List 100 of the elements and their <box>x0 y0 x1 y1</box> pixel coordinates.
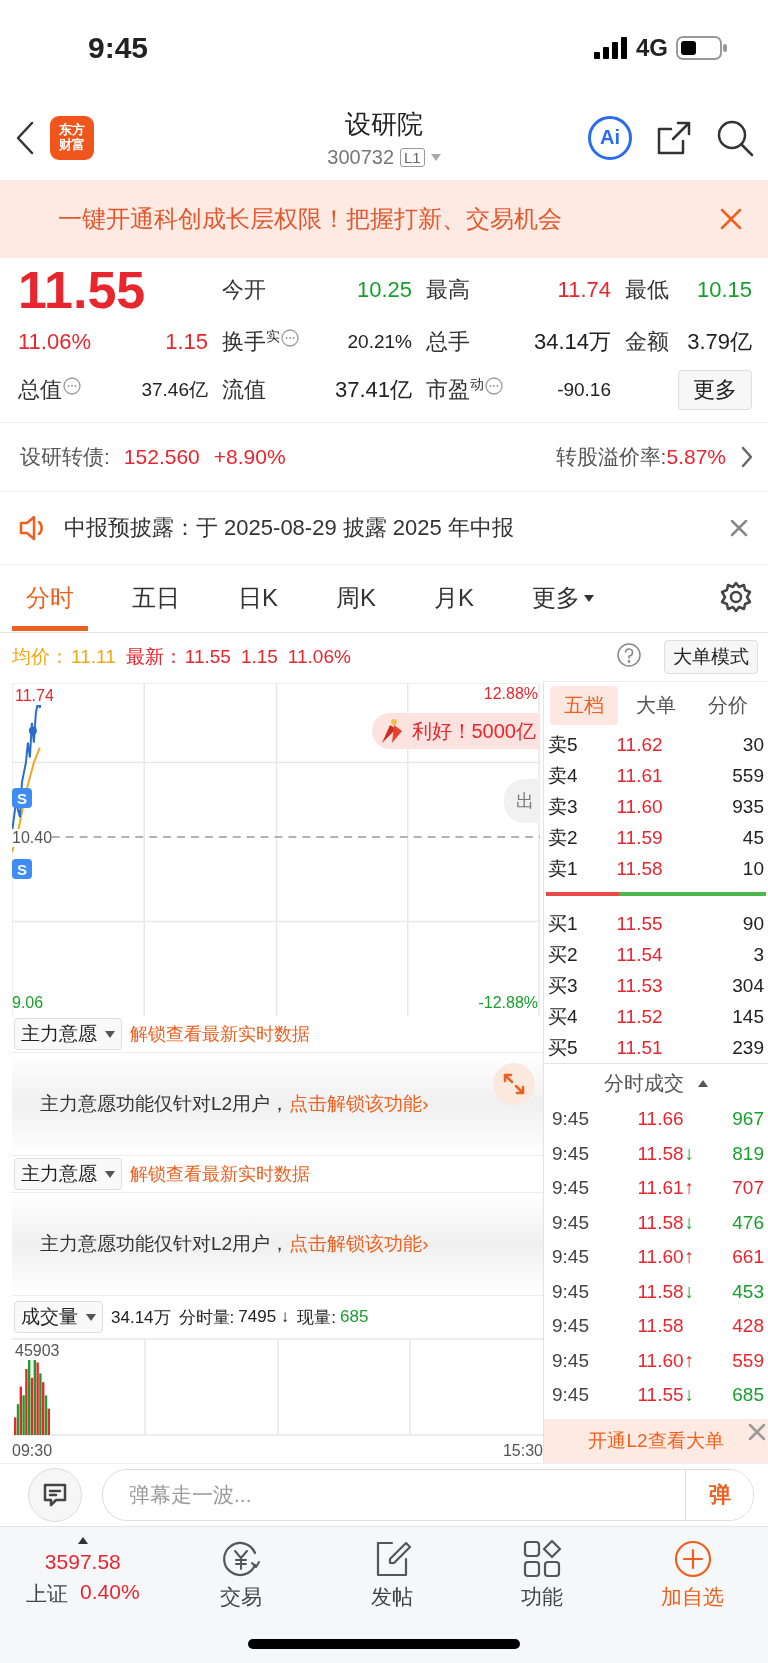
trade-price: 11.55 <box>637 1384 684 1407</box>
settings-icon <box>720 580 752 613</box>
minute-volume: 7495 ↓ <box>238 1307 290 1327</box>
chart-tab[interactable]: 日K <box>224 566 292 631</box>
order-book-tab[interactable]: 大单 <box>622 686 690 725</box>
news-pill[interactable]: 利好！5000亿 <box>371 713 540 749</box>
level-price: 11.62 <box>615 733 664 756</box>
nav-item[interactable]: 交易 <box>165 1535 317 1615</box>
index-value[interactable]: 3597.58 <box>44 1550 121 1574</box>
trade-volume: 428 <box>731 1315 764 1338</box>
level-volume: 304 <box>731 974 764 997</box>
level-price: 11.51 <box>615 1036 664 1059</box>
stat-label: 总值 <box>18 376 62 404</box>
level-label: 买3 <box>548 973 579 998</box>
indicator-selector[interactable]: 主力意愿 <box>14 1158 122 1190</box>
comment-button[interactable] <box>28 1468 82 1522</box>
trade-price: 11.60 <box>637 1349 684 1372</box>
ai-button[interactable]: Ai <box>588 115 632 160</box>
chart-tab[interactable]: 更多 <box>518 566 609 631</box>
unlock-message: 主力意愿功能仅针对L2用户， <box>40 1092 290 1116</box>
axis-label: 09:30 <box>12 1442 53 1460</box>
chart-marker[interactable]: S <box>12 859 32 879</box>
close-icon <box>748 1423 766 1441</box>
bond-price: 152.560 <box>123 445 200 469</box>
latest-change: 1.15 <box>240 646 278 668</box>
info-icon[interactable] <box>281 329 299 347</box>
current-volume-label: 现量: <box>297 1306 337 1329</box>
more-button[interactable]: 更多 <box>678 370 752 410</box>
level-price: 11.52 <box>615 1005 664 1028</box>
notice-text[interactable]: 中报预披露：于 2025-08-29 披露 2025 年中报 <box>64 513 714 543</box>
trade-price: 11.58 <box>637 1315 684 1338</box>
danmu-send-button[interactable]: 弹 <box>685 1470 753 1520</box>
level-volume: 90 <box>741 912 764 935</box>
level-volume: 3 <box>752 943 764 966</box>
caret-icon <box>105 1170 115 1178</box>
unlock-action-link[interactable]: 点击解锁该功能› <box>289 1231 429 1257</box>
caret-icon <box>86 1313 96 1321</box>
chart-tab[interactable]: 五日 <box>118 566 194 631</box>
level-label: 卖5 <box>548 732 579 757</box>
caret-icon <box>77 1537 88 1544</box>
trade-arrow: ↑ <box>684 1246 696 1269</box>
nav-item[interactable]: 发帖 <box>316 1535 467 1615</box>
info-icon[interactable] <box>63 377 81 395</box>
apps-icon <box>522 1539 563 1579</box>
trade-time: 9:45 <box>552 1246 590 1269</box>
danmu-input[interactable]: 弹幕走一波... 弹 <box>102 1469 754 1521</box>
app-logo[interactable]: 东方 财富 <box>50 115 94 160</box>
chart-tab[interactable]: 周K <box>322 566 391 631</box>
trade-volume: 819 <box>731 1142 764 1165</box>
trade-time: 9:45 <box>552 1384 590 1407</box>
chart-marker[interactable]: S <box>12 788 32 808</box>
stat-label: 金额 <box>625 328 669 356</box>
indicator-selector[interactable]: 成交量 <box>14 1301 103 1333</box>
indicator-selector[interactable]: 主力意愿 <box>14 1018 122 1050</box>
stat-label: 最低 <box>625 276 669 304</box>
trade-arrow: ↓ <box>684 1211 696 1234</box>
premium-label: 转股溢价率: <box>555 444 667 470</box>
chart-tab[interactable]: 月K <box>420 566 489 631</box>
index-change[interactable]: 0.40% <box>80 1580 140 1608</box>
trade-time: 9:45 <box>552 1211 590 1234</box>
info-icon[interactable] <box>485 377 503 395</box>
chart-tab[interactable]: 分时 <box>12 566 88 631</box>
level-label: 买4 <box>548 1004 579 1029</box>
unlock-action-link[interactable]: 点击解锁该功能› <box>289 1091 429 1117</box>
trade-volume: 685 <box>731 1384 764 1407</box>
trade-volume: 707 <box>731 1177 764 1200</box>
trade-time: 9:45 <box>552 1142 590 1165</box>
nav-item[interactable]: 功能 <box>466 1535 618 1615</box>
axis-label: 15:30 <box>502 1442 543 1460</box>
help-icon <box>616 641 642 668</box>
trade-arrow: ↑ <box>684 1177 696 1200</box>
trade-price: 11.61 <box>637 1177 684 1200</box>
side-button[interactable]: 出 <box>504 779 540 823</box>
level-volume: 30 <box>741 733 764 756</box>
unlock-link[interactable]: 解锁查看最新实时数据 <box>130 1162 310 1186</box>
level-volume: 559 <box>731 764 764 787</box>
change-percent: 11.06% <box>18 329 91 355</box>
order-book-tab[interactable]: 分价 <box>694 686 762 725</box>
index-name[interactable]: 上证 <box>26 1580 69 1608</box>
battery-icon <box>676 35 728 60</box>
nav-item[interactable]: 加自选 <box>617 1535 768 1615</box>
stat-value: 20.21% <box>347 331 412 353</box>
minute-volume-label: 分时量: <box>178 1306 235 1329</box>
level-volume: 145 <box>731 1005 764 1028</box>
trade-price: 11.58 <box>637 1211 684 1234</box>
stat-value: 10.15 <box>696 277 752 303</box>
level-label: 卖4 <box>548 763 579 788</box>
level-label: 卖2 <box>548 825 579 850</box>
trade-volume: 661 <box>731 1246 764 1269</box>
order-book-tab[interactable]: 五档 <box>550 686 618 725</box>
large-order-mode-button[interactable]: 大单模式 <box>664 640 758 674</box>
stat-label: 最高 <box>426 276 470 304</box>
latest-change-percent: 11.06% <box>287 646 351 668</box>
stat-value: 10.25 <box>356 277 412 303</box>
latest-label: 最新： <box>125 645 183 669</box>
expand-button[interactable] <box>493 1063 535 1105</box>
trades-title[interactable]: 分时成交 <box>604 1069 684 1097</box>
axis-label: 10.40 <box>12 829 53 847</box>
axis-label: 45903 <box>15 1342 60 1360</box>
unlock-link[interactable]: 解锁查看最新实时数据 <box>130 1022 310 1046</box>
